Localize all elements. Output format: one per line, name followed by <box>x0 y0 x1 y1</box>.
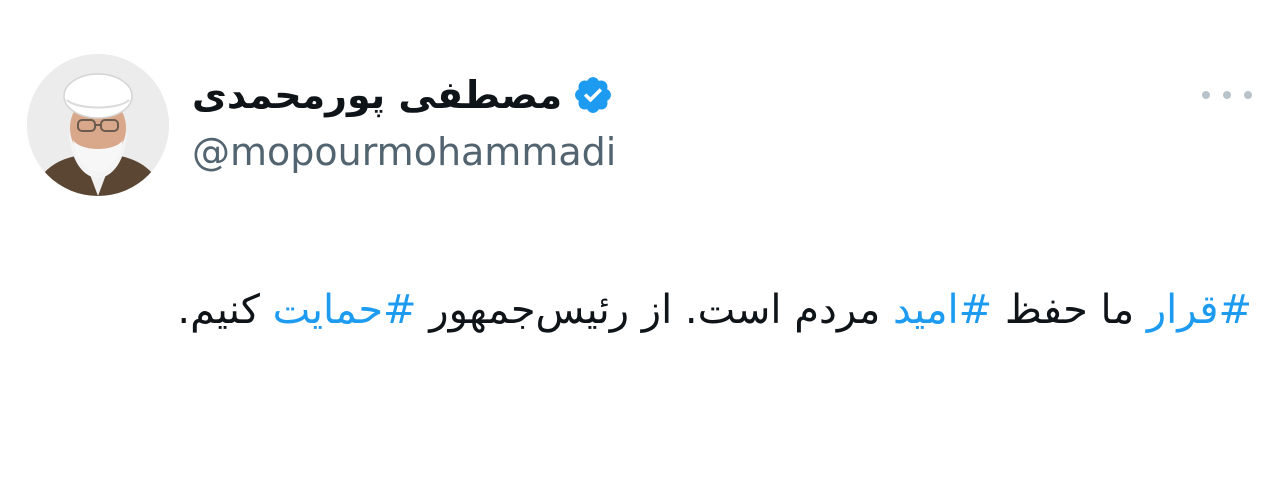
tweet-card: مصطفی پورمحمدی @mopourmohammadi #قرار ما… <box>0 0 1280 486</box>
more-dot <box>1244 91 1252 99</box>
hashtag-link[interactable]: #حمایت <box>273 287 417 333</box>
verified-badge-icon <box>572 74 614 116</box>
avatar-portrait <box>27 54 169 196</box>
avatar[interactable] <box>27 54 169 196</box>
tweet-author: مصطفی پورمحمدی @mopourmohammadi <box>192 66 752 174</box>
author-name-row: مصطفی پورمحمدی <box>192 66 752 124</box>
hashtag-link[interactable]: #امید <box>893 287 992 333</box>
more-options-icon[interactable] <box>1202 80 1252 110</box>
tweet-text-segment: کنیم. <box>177 287 273 333</box>
more-dot <box>1223 91 1231 99</box>
tweet-text: #قرار ما حفظ #امید مردم است. از رئیس‌جمه… <box>60 272 1252 348</box>
tweet-text-segment: ما حفظ <box>992 287 1147 333</box>
more-dot <box>1202 91 1210 99</box>
author-handle[interactable]: @mopourmohammadi <box>192 130 752 174</box>
tweet-text-segment: مردم است. از رئیس‌جمهور <box>416 287 894 333</box>
hashtag-link[interactable]: #قرار <box>1147 287 1252 333</box>
author-display-name[interactable]: مصطفی پورمحمدی <box>192 73 562 117</box>
